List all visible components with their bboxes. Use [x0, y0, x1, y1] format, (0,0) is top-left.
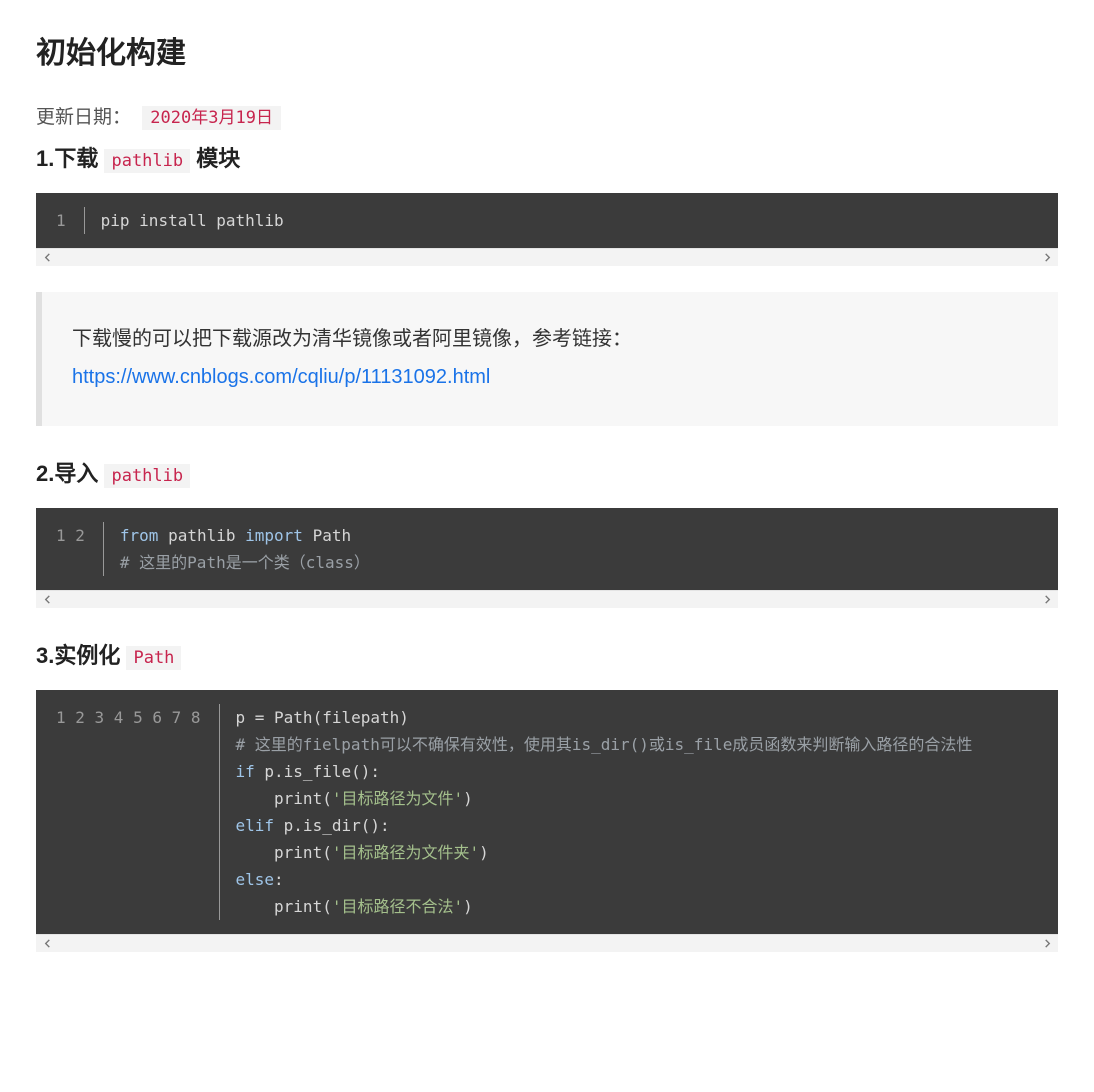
- inline-code-pathlib: pathlib: [104, 149, 190, 173]
- code-block-3: 1 2 3 4 5 6 7 8 p = Path(filepath) # 这里的…: [36, 690, 1058, 952]
- scroll-right-icon[interactable]: [1040, 593, 1054, 607]
- inline-code-path: Path: [126, 646, 181, 670]
- code-lines: pip install pathlib: [85, 207, 1038, 234]
- code-comment: # 这里的Path是一个类（class）: [120, 553, 370, 572]
- code-content: 1 2 from pathlib import Path # 这里的Path是一…: [36, 508, 1058, 590]
- code-string: '目标路径不合法': [332, 897, 463, 916]
- code-text: Path: [303, 526, 351, 545]
- code-text: ): [479, 843, 489, 862]
- line-numbers: 1 2 3 4 5 6 7 8: [56, 704, 220, 920]
- update-date: 2020年3月19日: [142, 106, 281, 130]
- heading-text: 3.实例化: [36, 643, 126, 668]
- code-block-2: 1 2 from pathlib import Path # 这里的Path是一…: [36, 508, 1058, 608]
- inline-code-pathlib: pathlib: [104, 464, 190, 488]
- code-text: pip install pathlib: [101, 211, 284, 230]
- code-text: pathlib: [158, 526, 245, 545]
- section-3-heading: 3.实例化 Path: [36, 638, 1058, 670]
- page-title: 初始化构建: [36, 28, 1058, 72]
- horizontal-scrollbar[interactable]: [36, 934, 1058, 952]
- heading-text: 2.导入: [36, 461, 104, 486]
- scroll-left-icon[interactable]: [40, 251, 54, 265]
- code-text: print(: [236, 897, 332, 916]
- code-keyword: else: [236, 870, 275, 889]
- scroll-right-icon[interactable]: [1040, 937, 1054, 951]
- code-string: '目标路径为文件夹': [332, 843, 479, 862]
- code-text: p.is_file():: [255, 762, 380, 781]
- code-text: print(: [236, 789, 332, 808]
- code-lines: p = Path(filepath) # 这里的fielpath可以不确保有效性…: [220, 704, 1039, 920]
- code-text: print(: [236, 843, 332, 862]
- line-numbers: 1: [56, 207, 85, 234]
- blockquote-note: 下载慢的可以把下载源改为清华镜像或者阿里镜像，参考链接： https://www…: [36, 292, 1058, 426]
- code-keyword: if: [236, 762, 255, 781]
- heading-text: 模块: [190, 146, 240, 171]
- code-keyword: from: [120, 526, 159, 545]
- code-lines: from pathlib import Path # 这里的Path是一个类（c…: [104, 522, 1038, 576]
- scroll-left-icon[interactable]: [40, 937, 54, 951]
- code-text: ): [463, 789, 473, 808]
- horizontal-scrollbar[interactable]: [36, 248, 1058, 266]
- code-text: ): [463, 897, 473, 916]
- update-label: 更新日期：: [36, 107, 131, 128]
- code-content: 1 2 3 4 5 6 7 8 p = Path(filepath) # 这里的…: [36, 690, 1058, 934]
- code-block-1: 1 pip install pathlib: [36, 193, 1058, 266]
- heading-text: 1.下载: [36, 146, 104, 171]
- code-text: :: [274, 870, 284, 889]
- scroll-left-icon[interactable]: [40, 593, 54, 607]
- code-text: p = Path(filepath): [236, 708, 409, 727]
- code-comment: # 这里的fielpath可以不确保有效性，使用其is_dir()或is_fil…: [236, 735, 973, 754]
- horizontal-scrollbar[interactable]: [36, 590, 1058, 608]
- code-content: 1 pip install pathlib: [36, 193, 1058, 248]
- code-string: '目标路径为文件': [332, 789, 463, 808]
- scroll-right-icon[interactable]: [1040, 251, 1054, 265]
- section-1-heading: 1.下载 pathlib 模块: [36, 141, 1058, 173]
- code-keyword: import: [245, 526, 303, 545]
- update-line: 更新日期： 2020年3月19日: [36, 102, 1058, 129]
- line-numbers: 1 2: [56, 522, 104, 576]
- code-keyword: elif: [236, 816, 275, 835]
- code-text: p.is_dir():: [274, 816, 390, 835]
- note-text: 下载慢的可以把下载源改为清华镜像或者阿里镜像，参考链接：: [72, 320, 1028, 358]
- section-2-heading: 2.导入 pathlib: [36, 456, 1058, 488]
- note-link[interactable]: https://www.cnblogs.com/cqliu/p/11131092…: [72, 366, 490, 388]
